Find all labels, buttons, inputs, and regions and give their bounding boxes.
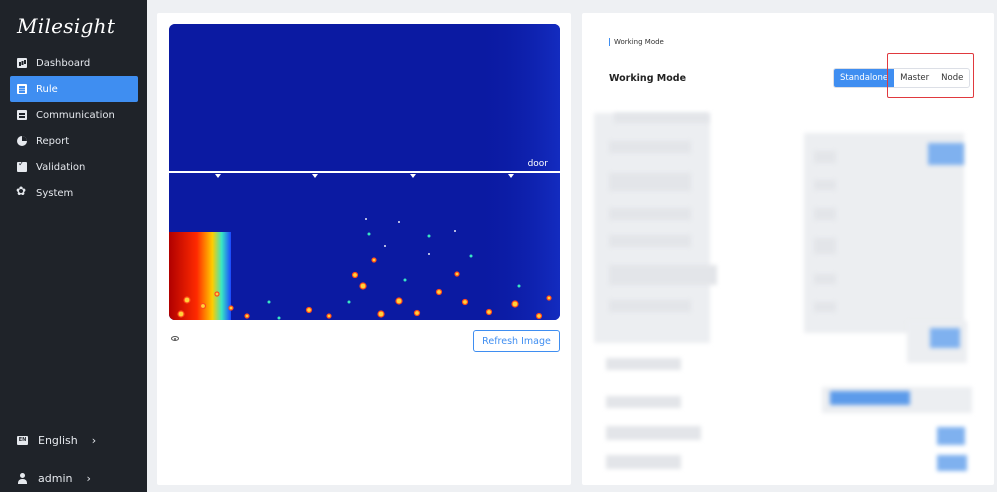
eye-icon[interactable] (171, 336, 179, 341)
redacted-block (606, 426, 701, 440)
direction-arrow-icon (215, 174, 221, 178)
redacted-block (937, 427, 965, 445)
sidebar: Milesight Dashboard Rule Communication R… (0, 0, 147, 492)
sidebar-item-system[interactable]: System (10, 180, 138, 206)
sidebar-item-label: System (36, 187, 74, 199)
sidebar-item-rule[interactable]: Rule (10, 76, 138, 102)
redacted-block (814, 180, 836, 190)
system-icon (16, 184, 27, 198)
redacted-block (814, 151, 836, 163)
mode-option-standalone[interactable]: Standalone (834, 69, 895, 87)
redacted-block (606, 396, 681, 408)
heatmap-image: door (169, 24, 560, 320)
refresh-image-button[interactable]: Refresh Image (473, 330, 560, 352)
milesight-logo: Milesight (17, 14, 116, 38)
sidebar-nav: Dashboard Rule Communication Report Vali… (10, 50, 138, 206)
language-icon: EN (17, 436, 28, 445)
user-icon (17, 473, 28, 484)
language-label: English (38, 434, 78, 447)
redacted-block (609, 173, 691, 191)
direction-arrow-icon (508, 174, 514, 178)
dashboard-icon (17, 58, 27, 68)
validation-icon (17, 159, 27, 172)
report-icon (17, 136, 27, 146)
redacted-block (614, 113, 709, 123)
chevron-right-icon: › (86, 472, 91, 485)
sidebar-item-validation[interactable]: Validation (10, 154, 138, 180)
user-label: admin (38, 472, 73, 485)
redacted-block (928, 143, 964, 165)
user-menu[interactable]: admin › (17, 472, 137, 485)
redacted-block (609, 141, 691, 153)
sidebar-item-report[interactable]: Report (10, 128, 138, 154)
settings-panel: Working Mode Working Mode Standalone Mas… (582, 13, 994, 485)
redacted-block (606, 455, 681, 469)
door-label: door (527, 159, 548, 169)
chevron-right-icon: › (91, 434, 97, 447)
redacted-block (814, 238, 836, 254)
redacted-block (609, 265, 717, 285)
sidebar-item-label: Dashboard (36, 57, 91, 69)
rule-icon (17, 84, 27, 94)
sidebar-item-communication[interactable]: Communication (10, 102, 138, 128)
sidebar-item-label: Validation (36, 161, 86, 173)
redacted-block (830, 391, 910, 405)
working-mode-label: Working Mode (609, 73, 687, 84)
redacted-block (814, 208, 836, 220)
redacted-block (814, 302, 836, 312)
redacted-block (609, 300, 691, 312)
redacted-block (930, 328, 960, 348)
door-line[interactable] (169, 171, 560, 173)
language-selector[interactable]: EN English › (17, 434, 137, 447)
direction-arrow-icon (410, 174, 416, 178)
sidebar-item-label: Report (36, 135, 70, 147)
redacted-block (609, 208, 691, 220)
sidebar-item-label: Communication (36, 109, 115, 121)
section-title: Working Mode (609, 38, 664, 46)
direction-arrow-icon (312, 174, 318, 178)
redacted-block (814, 274, 836, 284)
image-preview-panel: door Refresh Image (157, 13, 571, 485)
sidebar-item-label: Rule (36, 83, 58, 95)
redacted-block (937, 455, 967, 471)
communication-icon (17, 110, 27, 120)
sidebar-item-dashboard[interactable]: Dashboard (10, 50, 138, 76)
redacted-block (606, 358, 681, 370)
redacted-block (609, 235, 691, 247)
highlight-box (887, 53, 974, 98)
